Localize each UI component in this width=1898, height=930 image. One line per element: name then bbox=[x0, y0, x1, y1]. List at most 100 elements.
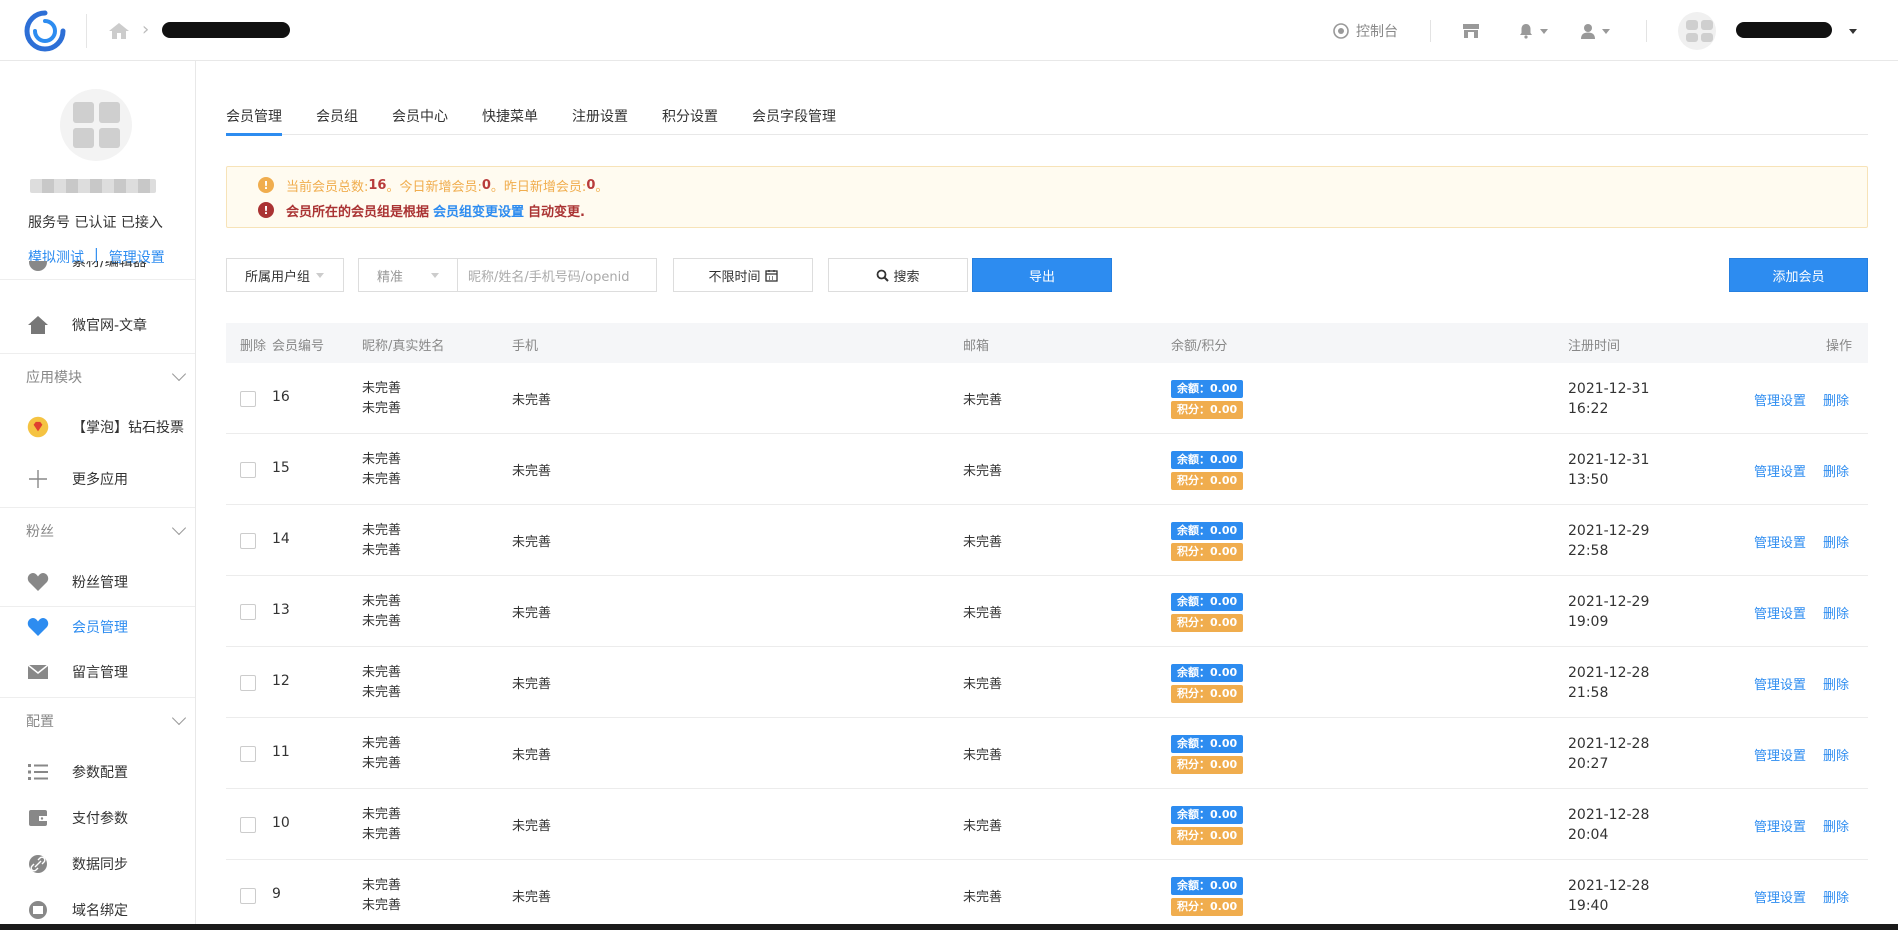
manage-settings-link[interactable]: 管理设置 bbox=[1754, 816, 1806, 835]
mail-icon bbox=[27, 661, 49, 683]
row-checkbox[interactable] bbox=[240, 817, 256, 833]
register-date: 2021-12-28 bbox=[1568, 807, 1650, 823]
delete-link[interactable]: 删除 bbox=[1823, 390, 1849, 409]
row-checkbox[interactable] bbox=[240, 604, 256, 620]
logo-icon[interactable] bbox=[22, 10, 68, 52]
points-badge: 积分：0.00 bbox=[1171, 898, 1244, 916]
sidebar-item-pay-params[interactable]: 支付参数 bbox=[0, 798, 195, 838]
tab-member-fields[interactable]: 会员字段管理 bbox=[752, 91, 853, 135]
register-time: 2021-12-28 19:40 bbox=[1568, 876, 1649, 916]
time-range-button[interactable]: 不限时间 bbox=[673, 258, 813, 292]
user-menu-button[interactable] bbox=[1580, 20, 1610, 42]
nickname: 未完善 bbox=[362, 736, 402, 751]
member-email: 未完善 bbox=[963, 677, 1003, 692]
member-id: 14 bbox=[272, 531, 290, 547]
console-link[interactable]: 控制台 bbox=[1333, 20, 1398, 42]
sidebar-item-vote[interactable]: 【掌泡】钻石投票 bbox=[0, 407, 195, 447]
sidebar-item-label: 粉丝管理 bbox=[72, 575, 128, 591]
nickname: 未完善 bbox=[362, 381, 402, 396]
tab-points-settings[interactable]: 积分设置 bbox=[662, 91, 735, 135]
row-checkbox[interactable] bbox=[240, 888, 256, 904]
console-icon bbox=[1333, 23, 1349, 39]
header-reg-time: 注册时间 bbox=[1568, 339, 1621, 354]
register-time: 2021-12-28 20:04 bbox=[1568, 805, 1649, 845]
sidebar-group-modules[interactable]: 应用模块 bbox=[0, 357, 195, 397]
search-input[interactable]: 昵称/姓名/手机号码/openid bbox=[457, 258, 657, 292]
table-header: 删除 会员编号 昵称/真实姓名 手机 邮箱 余额/积分 注册时间 操作 bbox=[226, 323, 1868, 363]
sidebar-item-label: 域名绑定 bbox=[72, 903, 128, 919]
real-name: 未完善 bbox=[362, 756, 402, 771]
manage-settings-link[interactable]: 管理设置 bbox=[1754, 745, 1806, 764]
points-value: 0.00 bbox=[1210, 616, 1238, 629]
manage-settings-link[interactable]: 管理设置 bbox=[1754, 532, 1806, 551]
delete-link[interactable]: 删除 bbox=[1823, 887, 1849, 906]
tab-member-group[interactable]: 会员组 bbox=[316, 91, 375, 135]
delete-link[interactable]: 删除 bbox=[1823, 532, 1849, 551]
sidebar-item-material[interactable]: 素材/编辑器 bbox=[0, 261, 195, 285]
member-name: 未完善 未完善 bbox=[362, 663, 401, 703]
register-date: 2021-12-29 bbox=[1568, 523, 1650, 539]
delete-link[interactable]: 删除 bbox=[1823, 461, 1849, 480]
notification-button[interactable] bbox=[1518, 20, 1548, 42]
match-mode-select[interactable]: 精准 bbox=[358, 258, 458, 292]
sidebar-item-member-manage[interactable]: 会员管理 bbox=[0, 607, 195, 647]
points-prefix: 积分： bbox=[1177, 829, 1210, 842]
tab-register-settings[interactable]: 注册设置 bbox=[572, 91, 645, 135]
manage-settings-link[interactable]: 管理设置 bbox=[1754, 887, 1806, 906]
sidebar-item-data-sync[interactable]: 数据同步 bbox=[0, 844, 195, 884]
real-name: 未完善 bbox=[362, 543, 402, 558]
sidebar-group-config[interactable]: 配置 bbox=[0, 701, 195, 741]
real-name: 未完善 bbox=[362, 898, 402, 913]
sidebar-item-more-apps[interactable]: 更多应用 bbox=[0, 459, 195, 499]
sidebar-group-fans[interactable]: 粉丝 bbox=[0, 511, 195, 551]
account-avatar[interactable] bbox=[1678, 12, 1716, 50]
store-icon bbox=[1463, 24, 1479, 38]
store-button[interactable] bbox=[1462, 20, 1480, 42]
tab-quick-menu[interactable]: 快捷菜单 bbox=[482, 91, 555, 135]
balance-badge: 余额：0.00 bbox=[1171, 735, 1244, 753]
member-email: 未完善 bbox=[963, 819, 1003, 834]
manage-settings-link[interactable]: 管理设置 bbox=[1754, 674, 1806, 693]
member-name: 未完善 未完善 bbox=[362, 450, 401, 490]
delete-link[interactable]: 删除 bbox=[1823, 816, 1849, 835]
header-email: 邮箱 bbox=[963, 339, 990, 354]
account-dropdown[interactable] bbox=[1843, 20, 1857, 42]
user-group-select[interactable]: 所属用户组 bbox=[226, 258, 344, 292]
register-clock: 20:27 bbox=[1568, 756, 1609, 772]
register-clock: 19:40 bbox=[1568, 898, 1609, 914]
row-checkbox[interactable] bbox=[240, 462, 256, 478]
delete-link[interactable]: 删除 bbox=[1823, 745, 1849, 764]
balance-badge: 余额：0.00 bbox=[1171, 593, 1244, 611]
register-clock: 19:09 bbox=[1568, 614, 1609, 630]
header-actions: 操作 bbox=[1826, 339, 1853, 354]
sidebar-item-message-manage[interactable]: 留言管理 bbox=[0, 652, 195, 692]
tab-member-manage[interactable]: 会员管理 bbox=[226, 91, 299, 136]
real-name: 未完善 bbox=[362, 685, 402, 700]
member-name: 未完善 未完善 bbox=[362, 734, 401, 774]
manage-settings-link[interactable]: 管理设置 bbox=[1754, 603, 1806, 622]
row-checkbox[interactable] bbox=[240, 675, 256, 691]
tab-member-center[interactable]: 会员中心 bbox=[392, 91, 465, 135]
delete-link[interactable]: 删除 bbox=[1823, 603, 1849, 622]
row-checkbox[interactable] bbox=[240, 533, 256, 549]
home-icon[interactable] bbox=[108, 22, 130, 40]
row-checkbox[interactable] bbox=[240, 746, 256, 762]
sidebar-item-label: 支付参数 bbox=[72, 811, 128, 827]
sidebar-item-fans-manage[interactable]: 粉丝管理 bbox=[0, 562, 195, 602]
balance-prefix: 余额： bbox=[1177, 808, 1210, 821]
sidebar-item-param-config[interactable]: 参数配置 bbox=[0, 752, 195, 792]
sidebar-item-website[interactable]: 微官网-文章 bbox=[0, 305, 195, 345]
balance-prefix: 余额： bbox=[1177, 737, 1210, 750]
register-date: 2021-12-28 bbox=[1568, 665, 1650, 681]
manage-settings-link[interactable]: 管理设置 bbox=[1754, 390, 1806, 409]
add-member-button[interactable]: 添加会员 bbox=[1729, 258, 1868, 292]
export-button[interactable]: 导出 bbox=[972, 258, 1112, 292]
delete-link[interactable]: 删除 bbox=[1823, 674, 1849, 693]
menu-divider bbox=[0, 697, 195, 698]
row-checkbox[interactable] bbox=[240, 391, 256, 407]
search-button[interactable]: 搜索 bbox=[828, 258, 968, 292]
points-badge: 积分：0.00 bbox=[1171, 401, 1244, 419]
member-email: 未完善 bbox=[963, 393, 1003, 408]
manage-settings-link[interactable]: 管理设置 bbox=[1754, 461, 1806, 480]
group-change-settings-link[interactable]: 会员组变更设置 bbox=[433, 201, 524, 220]
